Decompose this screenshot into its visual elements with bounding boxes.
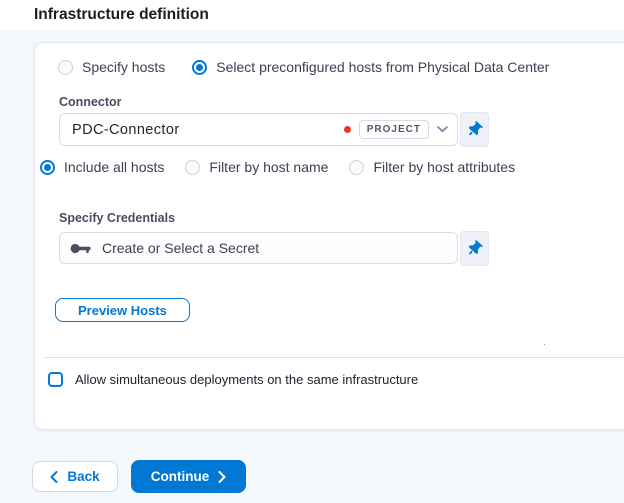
radio-specify-hosts-label: Specify hosts bbox=[82, 59, 166, 75]
divider bbox=[44, 357, 624, 358]
infrastructure-definition-screen: Infrastructure definition Specify hosts … bbox=[0, 0, 624, 503]
radio-filter-by-host-attributes-label: Filter by host attributes bbox=[373, 159, 516, 175]
pin-icon bbox=[468, 240, 483, 255]
preview-hosts-button[interactable]: Preview Hosts bbox=[55, 298, 190, 322]
radio-filter-by-host-name-label: Filter by host name bbox=[209, 159, 329, 175]
radio-include-all-hosts-label: Include all hosts bbox=[64, 159, 165, 175]
chevron-left-icon bbox=[50, 470, 58, 483]
host-source-radio-group: Specify hosts Select preconfigured hosts… bbox=[58, 59, 549, 75]
key-icon bbox=[70, 243, 91, 253]
scope-status-dot bbox=[343, 126, 351, 133]
secret-select-button[interactable]: Create or Select a Secret bbox=[59, 232, 458, 264]
radio-unselected-icon bbox=[349, 159, 365, 175]
simultaneous-deployments-label: Allow simultaneous deployments on the sa… bbox=[75, 372, 419, 387]
simultaneous-deployments-row[interactable]: Allow simultaneous deployments on the sa… bbox=[48, 372, 418, 387]
secret-placeholder: Create or Select a Secret bbox=[102, 240, 260, 256]
radio-selected-icon bbox=[40, 159, 55, 175]
continue-button[interactable]: Continue bbox=[131, 460, 246, 493]
connector-value: PDC-Connector bbox=[72, 121, 180, 138]
radio-preconfigured-hosts-label: Select preconfigured hosts from Physical… bbox=[216, 59, 550, 75]
connector-label: Connector bbox=[59, 95, 122, 109]
radio-preconfigured-hosts[interactable]: Select preconfigured hosts from Physical… bbox=[192, 59, 549, 75]
scope-badge: PROJECT bbox=[358, 120, 429, 139]
back-button-label: Back bbox=[67, 469, 100, 484]
infrastructure-card: Specify hosts Select preconfigured hosts… bbox=[34, 42, 624, 430]
connector-select[interactable]: PDC-Connector PROJECT bbox=[59, 113, 458, 146]
checkbox-unchecked-icon[interactable] bbox=[48, 372, 63, 387]
page-title: Infrastructure definition bbox=[34, 6, 209, 23]
back-button[interactable]: Back bbox=[32, 461, 118, 492]
connector-field: PDC-Connector PROJECT bbox=[59, 112, 489, 147]
chevron-down-icon[interactable] bbox=[437, 126, 448, 133]
connector-right-group: PROJECT bbox=[343, 120, 448, 139]
host-filter-radio-group: Include all hosts Filter by host name Fi… bbox=[40, 159, 515, 175]
radio-specify-hosts[interactable]: Specify hosts bbox=[58, 59, 165, 75]
radio-filter-by-host-name[interactable]: Filter by host name bbox=[185, 159, 328, 175]
chevron-right-icon bbox=[218, 470, 226, 483]
connector-runtime-pin-button[interactable] bbox=[460, 112, 489, 147]
stray-mark: . bbox=[543, 337, 546, 348]
radio-selected-icon bbox=[192, 59, 208, 75]
credentials-field: Create or Select a Secret bbox=[59, 231, 489, 266]
radio-unselected-icon bbox=[185, 159, 201, 175]
radio-unselected-icon bbox=[58, 59, 73, 75]
continue-button-label: Continue bbox=[150, 469, 210, 484]
credentials-label: Specify Credentials bbox=[59, 211, 176, 225]
radio-filter-by-host-attributes[interactable]: Filter by host attributes bbox=[349, 159, 515, 175]
pin-icon bbox=[468, 121, 483, 136]
credentials-runtime-pin-button[interactable] bbox=[460, 231, 489, 266]
radio-include-all-hosts[interactable]: Include all hosts bbox=[40, 159, 164, 175]
